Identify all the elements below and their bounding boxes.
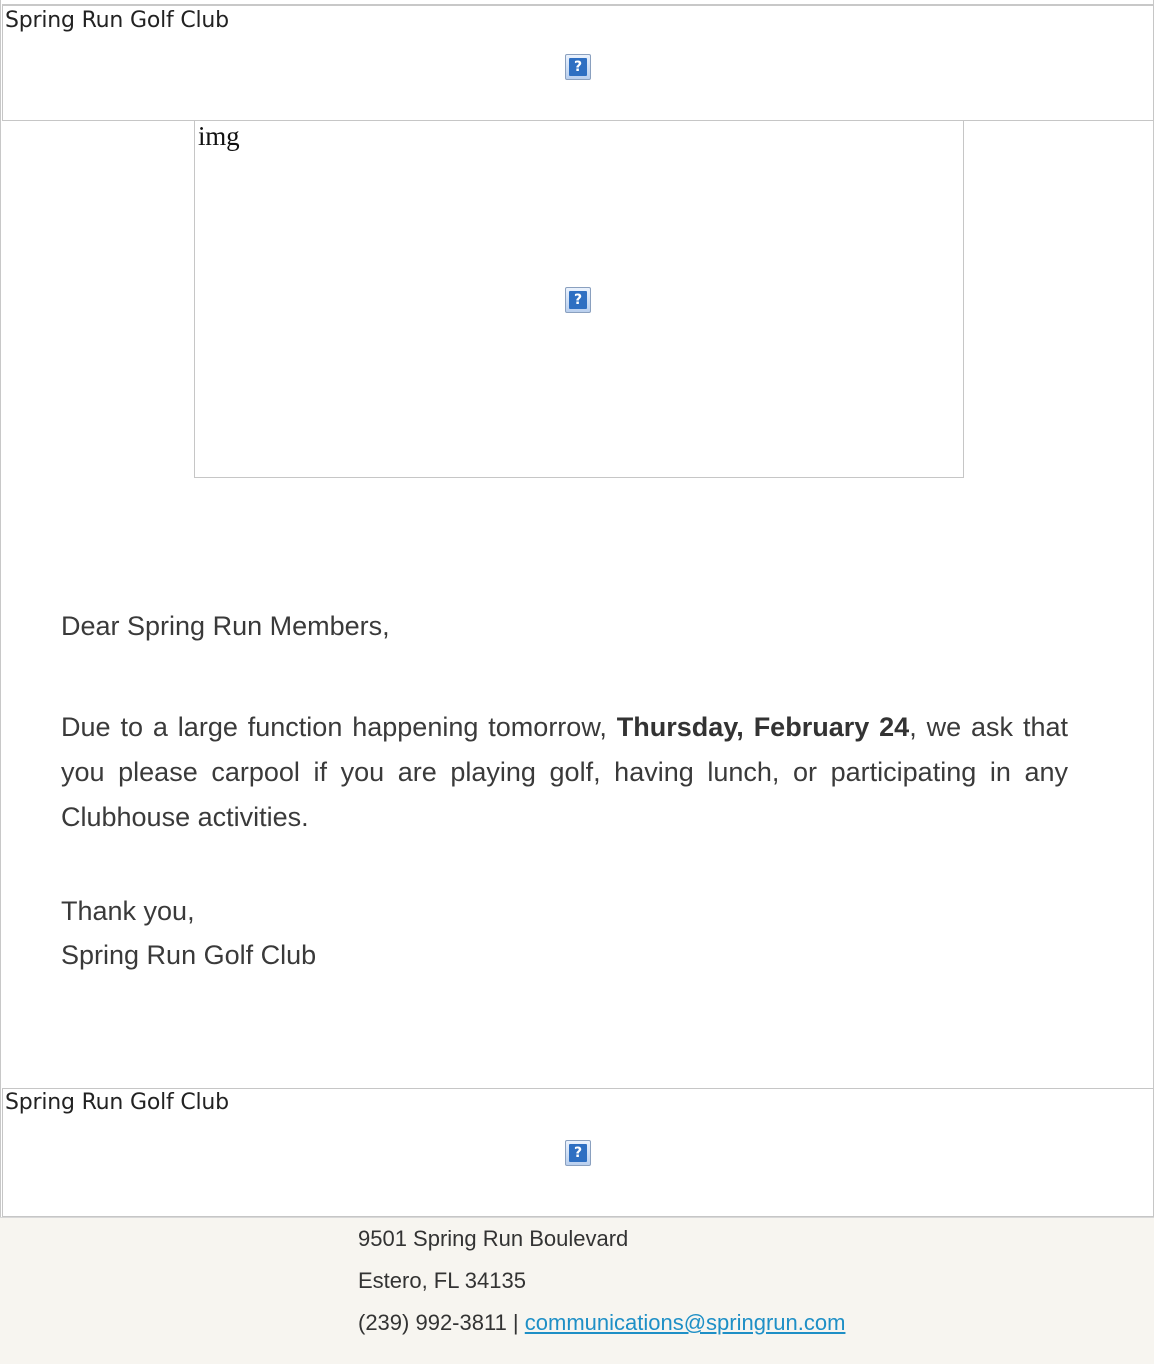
signature-text: Spring Run Golf Club <box>61 940 317 970</box>
contact-separator: | <box>506 1310 525 1335</box>
contact-line: (239) 992-3811 | communications@springru… <box>358 1302 845 1344</box>
address-street: 9501 Spring Run Boulevard <box>358 1226 629 1251</box>
message-date-bold: Thursday, February 24 <box>616 712 910 742</box>
broken-image-icon: ? <box>565 54 591 80</box>
footer-address-block: 9501 Spring Run Boulevard Estero, FL 341… <box>0 1217 1154 1364</box>
message-paragraph: Due to a large function happening tomorr… <box>61 705 1068 840</box>
phone-number: (239) 992-3811 <box>358 1310 507 1335</box>
signoff-text: Thank you, <box>61 896 195 926</box>
greeting-text: Dear Spring Run Members, <box>61 611 390 641</box>
broken-image-icon: ? <box>565 1140 591 1166</box>
message-text-before: Due to a large function happening tomorr… <box>61 712 617 742</box>
hero-image[interactable]: img ? <box>194 121 964 478</box>
header-logo-image[interactable]: Spring Run Golf Club ? <box>2 4 1154 121</box>
broken-image-icon: ? <box>565 287 591 313</box>
address-city: Estero, FL 34135 <box>358 1268 526 1293</box>
email-link[interactable]: communications@springrun.com <box>525 1310 846 1335</box>
footer-logo-image[interactable]: Spring Run Golf Club ? <box>2 1088 1154 1217</box>
signoff-block: Thank you, Spring Run Golf Club <box>61 889 1068 977</box>
footer-image-alt-text: Spring Run Golf Club <box>5 1090 229 1115</box>
header-image-alt-text: Spring Run Golf Club <box>5 8 229 33</box>
hero-image-alt-text: img <box>198 121 240 151</box>
